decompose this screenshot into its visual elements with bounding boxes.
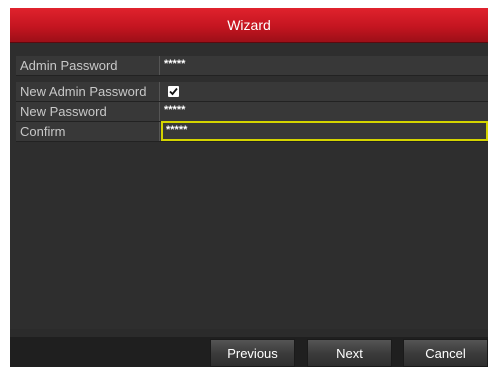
confirm-row: Confirm ***** xyxy=(16,121,488,142)
confirm-label: Confirm xyxy=(16,122,160,141)
admin-password-row: Admin Password ***** xyxy=(16,56,488,76)
previous-button[interactable]: Previous xyxy=(210,339,295,367)
button-bar: Previous Next Cancel xyxy=(10,337,488,367)
next-button[interactable]: Next xyxy=(307,339,392,367)
new-admin-password-cell xyxy=(161,82,488,101)
new-admin-password-row: New Admin Password xyxy=(16,82,488,102)
title-bar: Wizard xyxy=(10,8,488,43)
new-admin-password-label: New Admin Password xyxy=(16,82,160,101)
window-title: Wizard xyxy=(227,17,271,33)
wizard-window: Wizard Admin Password ***** New Admin Pa… xyxy=(10,8,488,367)
confirm-field[interactable]: ***** xyxy=(161,121,488,141)
admin-password-field[interactable]: ***** xyxy=(161,56,488,75)
admin-password-label: Admin Password xyxy=(16,56,160,75)
form-panel: Admin Password ***** New Admin Password … xyxy=(10,43,488,329)
new-password-field[interactable]: ***** xyxy=(161,102,488,121)
new-password-label: New Password xyxy=(16,102,160,121)
checkmark-icon xyxy=(169,87,178,96)
cancel-button[interactable]: Cancel xyxy=(403,339,488,367)
new-password-row: New Password ***** xyxy=(16,102,488,122)
new-admin-password-checkbox[interactable] xyxy=(168,86,179,97)
